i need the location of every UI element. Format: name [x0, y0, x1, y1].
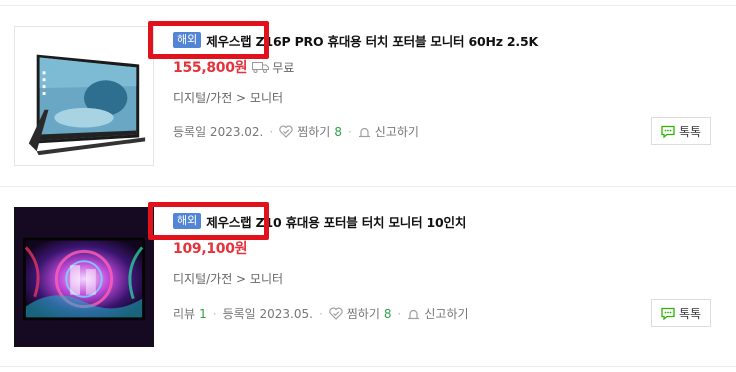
product-thumbnail[interactable]	[14, 26, 154, 166]
shipping-label: 무료	[272, 60, 295, 75]
separator-dot: ·	[318, 306, 323, 321]
heart-icon	[279, 125, 293, 138]
monitor-image	[15, 27, 153, 165]
bottom-divider	[0, 366, 736, 367]
meta-row: 리뷰 1 · 등록일 2023.05. · 찜하기 8 · 신고하기	[173, 305, 469, 322]
price-row: 109,100원	[173, 238, 248, 258]
product-price: 109,100원	[173, 241, 248, 257]
product-thumbnail[interactable]	[14, 207, 154, 347]
truck-icon	[252, 62, 270, 73]
siren-icon	[407, 308, 420, 320]
category-path[interactable]: 디지털/가전 > 모니터	[173, 89, 283, 106]
separator-dot: ·	[347, 124, 352, 139]
meta-row: 등록일 2023.02. · 찜하기 8 · 신고하기	[173, 123, 419, 140]
report-button[interactable]: 신고하기	[407, 305, 469, 322]
chat-bubble-icon	[661, 125, 675, 138]
wish-button[interactable]: 찜하기 8	[279, 123, 342, 140]
highlight-box	[148, 202, 269, 240]
product-price: 155,800원	[173, 60, 248, 76]
price-row: 155,800원 무료	[173, 57, 294, 77]
wish-count: 8	[334, 124, 342, 139]
item-divider	[0, 186, 736, 187]
separator-dot: ·	[397, 306, 402, 321]
wish-label: 찜하기	[297, 125, 331, 139]
chat-bubble-icon	[661, 307, 675, 320]
wish-button[interactable]: 찜하기 8	[329, 305, 392, 322]
review-link[interactable]: 리뷰 1	[173, 305, 207, 322]
wish-count: 8	[383, 306, 392, 321]
monitor-image	[15, 208, 153, 346]
talk-button[interactable]: 톡톡	[651, 117, 711, 145]
talk-label: 톡톡	[678, 306, 702, 321]
registered-date: 등록일 2023.05.	[222, 307, 313, 321]
heart-icon	[329, 307, 343, 320]
talk-button[interactable]: 톡톡	[651, 299, 711, 327]
separator-dot: ·	[269, 124, 274, 139]
registered-date: 등록일 2023.02.	[173, 125, 264, 139]
highlight-box	[148, 21, 269, 59]
category-path[interactable]: 디지털/가전 > 모니터	[173, 270, 283, 287]
siren-icon	[358, 126, 371, 138]
report-label: 신고하기	[424, 307, 469, 321]
report-button[interactable]: 신고하기	[358, 123, 419, 140]
talk-label: 톡톡	[678, 124, 702, 139]
review-label: 리뷰	[173, 307, 196, 321]
wish-label: 찜하기	[346, 307, 380, 321]
shipping-info: 무료	[252, 59, 294, 76]
separator-dot: ·	[212, 306, 217, 321]
top-divider	[0, 5, 736, 6]
report-label: 신고하기	[374, 125, 419, 139]
review-count: 1	[199, 306, 207, 321]
